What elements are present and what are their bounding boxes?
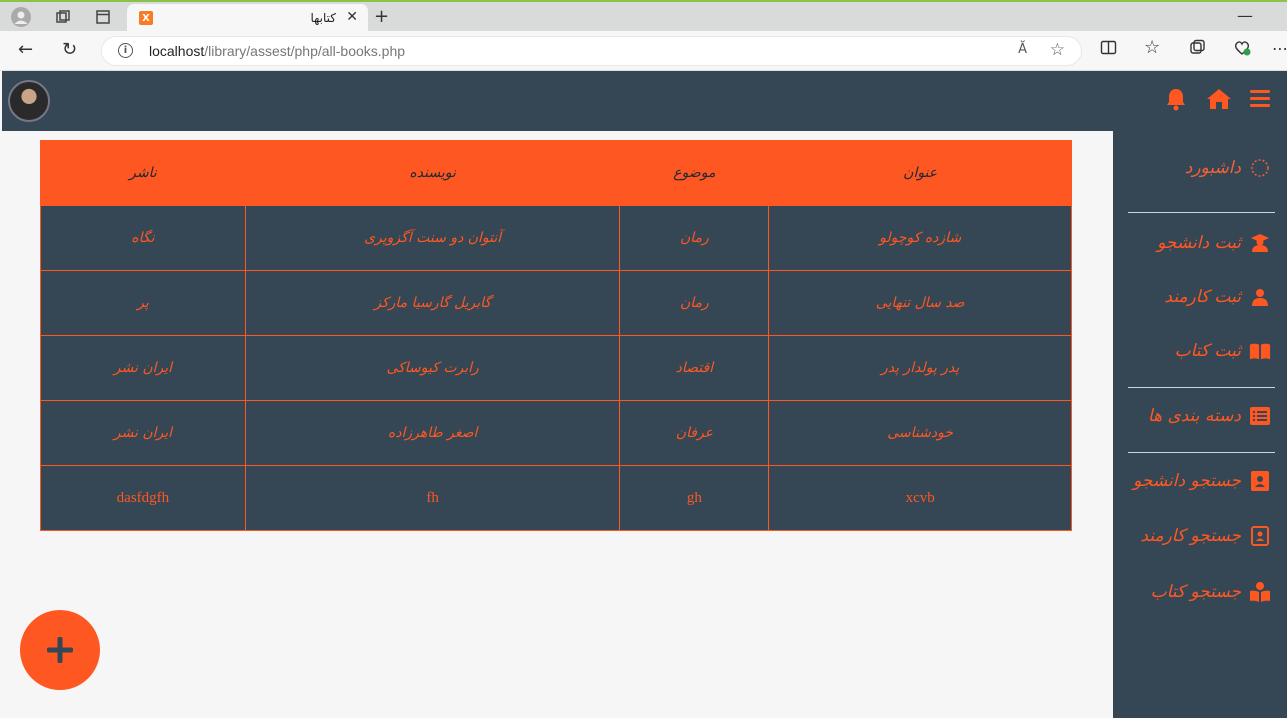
- sidebar-item-label: ثبت کتاب: [1174, 341, 1241, 361]
- cell-title: شازده کوچولو: [768, 205, 1072, 271]
- sidebar-item-label: جستجو کتاب: [1150, 582, 1241, 602]
- new-tab-icon[interactable]: +: [374, 6, 389, 27]
- sidebar-item-register-employee[interactable]: ثبت کارمند: [1164, 286, 1271, 308]
- sidebar-item-label: دسته بندی ها: [1147, 406, 1241, 426]
- table-row[interactable]: پدر پولدار پدر اقتصاد رابرت کیوساکی ایرا…: [40, 335, 1072, 401]
- browser-essentials-icon[interactable]: [1233, 39, 1251, 61]
- profile-icon[interactable]: [10, 6, 32, 28]
- cell-subject: رمان: [619, 270, 770, 336]
- plus-icon: [47, 637, 73, 663]
- sidebar-divider: [1128, 452, 1275, 453]
- column-header-publisher: ناشر: [40, 140, 246, 206]
- cell-title: پدر پولدار پدر: [768, 335, 1072, 401]
- sidebar-item-label: جستجو دانشجو: [1133, 471, 1241, 491]
- list-icon: [1249, 405, 1271, 427]
- app-header: [2, 71, 1287, 131]
- add-book-button[interactable]: [20, 610, 100, 690]
- sidebar-item-label: جستجو کارمند: [1140, 526, 1241, 546]
- browser-toolbar: ← ↻ i localhost/library/assest/php/all-b…: [0, 31, 1287, 71]
- open-book-icon: [1249, 340, 1271, 362]
- sidebar-item-dashboard[interactable]: داشبورد: [1185, 157, 1271, 179]
- sidebar-divider: [1128, 387, 1275, 388]
- back-icon[interactable]: ←: [18, 39, 33, 60]
- read-aloud-icon[interactable]: Ă: [1018, 42, 1027, 57]
- tab-actions-icon[interactable]: [92, 6, 114, 28]
- cell-author: اصغر طاهرزاده: [244, 400, 621, 466]
- sidebar-item-search-student[interactable]: جستجو دانشجو: [1133, 470, 1271, 492]
- table-row[interactable]: شازده کوچولو رمان آنتوان دو سنت آگزوپری …: [40, 205, 1072, 271]
- dashboard-icon: [1249, 157, 1271, 179]
- cell-publisher: dasfdgfh: [40, 465, 246, 531]
- cell-publisher: پر: [40, 270, 246, 336]
- cell-title: xcvb: [768, 465, 1072, 531]
- collections-icon[interactable]: [1189, 39, 1206, 60]
- cell-author: گابریل گارسیا مارکز: [244, 270, 621, 336]
- address-book-icon: [1249, 525, 1271, 547]
- column-header-author: نویسنده: [244, 140, 621, 206]
- minimize-icon[interactable]: —: [1237, 6, 1253, 25]
- cell-author: fh: [244, 465, 621, 531]
- sidebar: داشبورد ثبت دانشجو ثبت کارمند ثبت کتاب د…: [1113, 131, 1287, 718]
- sidebar-item-label: داشبورد: [1184, 158, 1241, 178]
- tab-title: کتابها: [310, 11, 336, 25]
- cell-subject: رمان: [619, 205, 770, 271]
- close-tab-icon[interactable]: ✕: [346, 9, 358, 25]
- cell-author: رابرت کیوساکی: [244, 335, 621, 401]
- cell-publisher: ایران نشر: [40, 400, 246, 466]
- avatar[interactable]: [8, 80, 50, 122]
- cell-subject: اقتصاد: [619, 335, 770, 401]
- sidebar-item-register-book[interactable]: ثبت کتاب: [1175, 340, 1271, 362]
- sidebar-item-register-student[interactable]: ثبت دانشجو: [1157, 232, 1271, 254]
- cell-publisher: نگاه: [40, 205, 246, 271]
- sidebar-item-label: ثبت کارمند: [1164, 287, 1241, 307]
- favorite-star-icon[interactable]: ☆: [1050, 40, 1065, 60]
- cell-author: آنتوان دو سنت آگزوپری: [244, 205, 621, 271]
- student-icon: [1249, 232, 1271, 254]
- cell-publisher: ایران نشر: [40, 335, 246, 401]
- book-reader-icon: [1249, 581, 1271, 603]
- split-screen-icon[interactable]: [1100, 39, 1117, 60]
- browser-tab[interactable]: X کتابها ✕: [127, 4, 368, 33]
- browser-tab-bar: X کتابها ✕ + —: [0, 0, 1287, 33]
- bell-icon[interactable]: [1165, 87, 1187, 115]
- cell-title: صد سال تنهایی: [768, 270, 1072, 336]
- address-bar[interactable]: i localhost/library/assest/php/all-books…: [101, 36, 1082, 66]
- cell-subject: gh: [619, 465, 770, 531]
- sidebar-item-search-employee[interactable]: جستجو کارمند: [1140, 525, 1271, 547]
- site-info-icon[interactable]: i: [118, 43, 133, 58]
- table-header-row: عنوان موضوع نویسنده ناشر: [40, 140, 1072, 206]
- employees-icon: [1249, 286, 1271, 308]
- home-icon[interactable]: [1206, 87, 1232, 115]
- cell-subject: عرفان: [619, 400, 770, 466]
- cell-title: خودشناسی: [768, 400, 1072, 466]
- table-row[interactable]: صد سال تنهایی رمان گابریل گارسیا مارکز پ…: [40, 270, 1072, 336]
- sidebar-divider: [1128, 212, 1275, 213]
- books-table: عنوان موضوع نویسنده ناشر شازده کوچولو رم…: [40, 140, 1072, 531]
- more-icon[interactable]: ⋯: [1272, 39, 1287, 58]
- table-row[interactable]: خودشناسی عرفان اصغر طاهرزاده ایران نشر: [40, 400, 1072, 466]
- column-header-subject: موضوع: [619, 140, 770, 206]
- xampp-favicon-icon: X: [139, 11, 153, 25]
- sidebar-item-search-book[interactable]: جستجو کتاب: [1151, 581, 1271, 603]
- column-header-title: عنوان: [768, 140, 1072, 206]
- menu-icon[interactable]: [1249, 87, 1271, 113]
- favorites-icon[interactable]: ☆: [1144, 37, 1160, 58]
- table-row[interactable]: xcvb gh fh dasfdgfh: [40, 465, 1072, 531]
- sidebar-item-label: ثبت دانشجو: [1157, 233, 1241, 253]
- sidebar-item-categories[interactable]: دسته بندی ها: [1148, 405, 1271, 427]
- refresh-icon[interactable]: ↻: [62, 39, 77, 60]
- workspaces-icon[interactable]: [52, 6, 74, 28]
- contact-card-icon: [1249, 470, 1271, 492]
- url-text: localhost/library/assest/php/all-books.p…: [149, 43, 406, 59]
